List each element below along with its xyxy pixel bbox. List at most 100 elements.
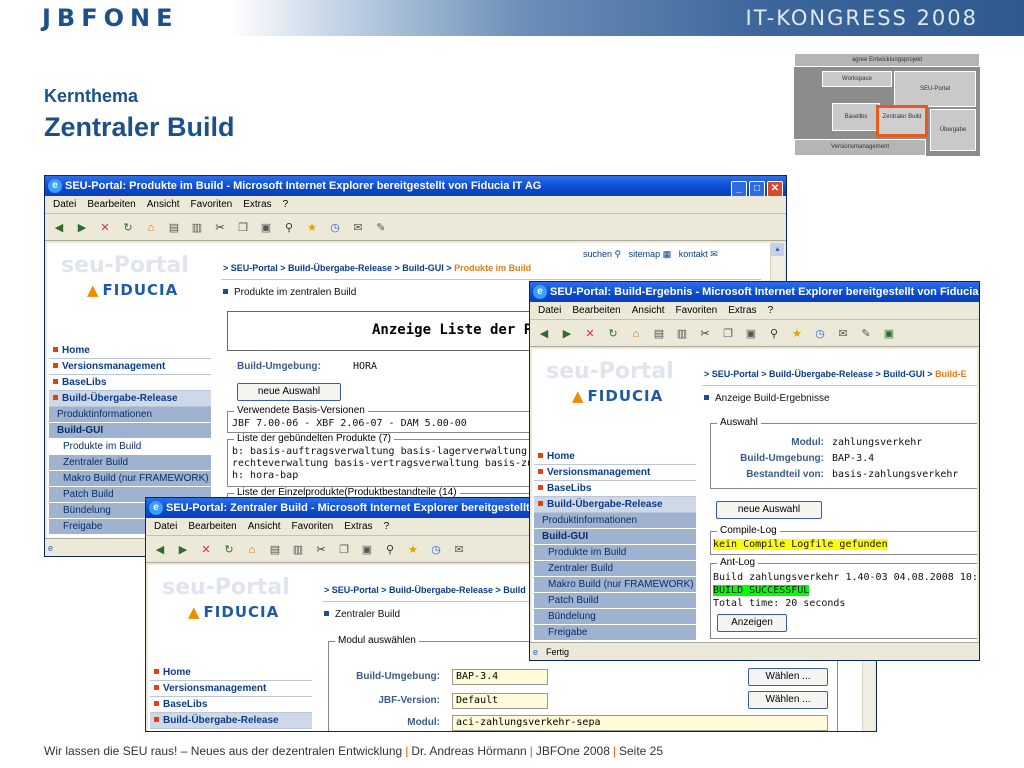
nav-baselibs[interactable]: BaseLibs — [534, 481, 696, 497]
back-icon[interactable]: ◀ — [152, 542, 168, 558]
nav-versionsmanagement[interactable]: Versionsmanagement — [49, 359, 211, 375]
back-icon[interactable]: ◀ — [51, 220, 67, 236]
menu-ansicht[interactable]: Ansicht — [147, 199, 180, 210]
menu-favoriten[interactable]: Favoriten — [191, 199, 233, 210]
menu-bearbeiten[interactable]: Bearbeiten — [188, 521, 236, 532]
stop-icon[interactable]: ✕ — [198, 542, 214, 558]
maximize-icon[interactable]: □ — [749, 181, 765, 196]
print-icon[interactable]: ▥ — [189, 220, 205, 236]
page-icon[interactable]: ▤ — [267, 542, 283, 558]
nav-produkte-im-build[interactable]: Produkte im Build — [534, 545, 696, 561]
scroll-up-icon[interactable]: ▲ — [771, 243, 784, 256]
search-icon[interactable]: ⚲ — [281, 220, 297, 236]
minimize-icon[interactable]: _ — [731, 181, 747, 196]
edit-icon[interactable]: ✎ — [373, 220, 389, 236]
menu-help[interactable]: ? — [768, 305, 774, 316]
nav-build-gui[interactable]: Build-GUI — [534, 529, 696, 545]
nav-produkte-im-build[interactable]: Produkte im Build — [49, 439, 211, 455]
forward-icon[interactable]: ▶ — [559, 326, 575, 342]
nav-build-gui[interactable]: Build-GUI — [49, 423, 211, 439]
refresh-icon[interactable]: ↻ — [120, 220, 136, 236]
paste-icon[interactable]: ▣ — [359, 542, 375, 558]
history-icon[interactable]: ◷ — [428, 542, 444, 558]
refresh-icon[interactable]: ↻ — [221, 542, 237, 558]
mail-icon[interactable]: ✉ — [451, 542, 467, 558]
cut-icon[interactable]: ✂ — [212, 220, 228, 236]
forward-icon[interactable]: ▶ — [74, 220, 90, 236]
menu-ansicht[interactable]: Ansicht — [632, 305, 665, 316]
env-input[interactable]: BAP-3.4 — [452, 669, 548, 685]
menu-extras[interactable]: Extras — [344, 521, 372, 532]
cut-icon[interactable]: ✂ — [313, 542, 329, 558]
close-icon[interactable]: ✕ — [767, 181, 783, 196]
copy-icon[interactable]: ❐ — [336, 542, 352, 558]
breadcrumb[interactable]: > SEU-Portal > Build-Übergabe-Release > … — [324, 585, 526, 595]
nav-versionsmanagement[interactable]: Versionsmanagement — [534, 465, 696, 481]
forward-icon[interactable]: ▶ — [175, 542, 191, 558]
favorites-icon[interactable]: ★ — [405, 542, 421, 558]
back-icon[interactable]: ◀ — [536, 326, 552, 342]
choose-env-button[interactable]: Wählen ... — [748, 668, 828, 686]
home-icon[interactable]: ⌂ — [628, 326, 644, 342]
favorites-icon[interactable]: ★ — [789, 326, 805, 342]
copy-icon[interactable]: ❐ — [720, 326, 736, 342]
menu-favoriten[interactable]: Favoriten — [292, 521, 334, 532]
messenger-icon[interactable]: ▣ — [881, 326, 897, 342]
nav-home[interactable]: Home — [150, 665, 312, 681]
history-icon[interactable]: ◷ — [327, 220, 343, 236]
search-icon[interactable]: ⚲ — [766, 326, 782, 342]
copy-icon[interactable]: ❐ — [235, 220, 251, 236]
nav-produktinformationen[interactable]: Produktinformationen — [534, 513, 696, 529]
nav-zentraler-build[interactable]: Zentraler Build — [49, 455, 211, 471]
link-sitemap[interactable]: sitemap — [629, 249, 661, 259]
menu-help[interactable]: ? — [283, 199, 289, 210]
nav-makro-build[interactable]: Makro Build (nur FRAMEWORK) — [49, 471, 211, 487]
menu-extras[interactable]: Extras — [728, 305, 756, 316]
home-icon[interactable]: ⌂ — [244, 542, 260, 558]
page-icon[interactable]: ▤ — [651, 326, 667, 342]
menu-extras[interactable]: Extras — [243, 199, 271, 210]
modul-input[interactable]: aci-zahlungsverkehr-sepa — [452, 715, 828, 731]
menu-datei[interactable]: Datei — [53, 199, 76, 210]
menu-datei[interactable]: Datei — [154, 521, 177, 532]
nav-freigabe[interactable]: Freigabe — [534, 625, 696, 641]
choose-jbf-button[interactable]: Wählen ... — [748, 691, 828, 709]
window-titlebar[interactable]: e SEU-Portal: Build-Ergebnis - Microsoft… — [530, 282, 979, 302]
browser-window-build-ergebnis[interactable]: e SEU-Portal: Build-Ergebnis - Microsoft… — [529, 281, 980, 661]
nav-build-uebergabe[interactable]: Build-Übergabe-Release — [49, 391, 211, 407]
nav-versionsmanagement[interactable]: Versionsmanagement — [150, 681, 312, 697]
nav-baselibs[interactable]: BaseLibs — [49, 375, 211, 391]
edit-icon[interactable]: ✎ — [858, 326, 874, 342]
link-suchen[interactable]: suchen — [583, 249, 612, 259]
nav-build-uebergabe[interactable]: Build-Übergabe-Release — [150, 713, 312, 729]
mail-icon[interactable]: ✉ — [835, 326, 851, 342]
new-selection-button[interactable]: neue Auswahl — [716, 501, 822, 519]
paste-icon[interactable]: ▣ — [743, 326, 759, 342]
search-icon[interactable]: ⚲ — [382, 542, 398, 558]
favorites-icon[interactable]: ★ — [304, 220, 320, 236]
history-icon[interactable]: ◷ — [812, 326, 828, 342]
menu-datei[interactable]: Datei — [538, 305, 561, 316]
paste-icon[interactable]: ▣ — [258, 220, 274, 236]
new-selection-button[interactable]: neue Auswahl — [237, 383, 341, 401]
nav-produktinformationen[interactable]: Produktinformationen — [49, 407, 211, 423]
breadcrumb-path[interactable]: > SEU-Portal > Build-Übergabe-Release > … — [704, 369, 935, 379]
nav-zentraler-build[interactable]: Zentraler Build — [534, 561, 696, 577]
show-log-button[interactable]: Anzeigen — [717, 614, 787, 632]
stop-icon[interactable]: ✕ — [97, 220, 113, 236]
print-icon[interactable]: ▥ — [674, 326, 690, 342]
link-kontakt[interactable]: kontakt — [679, 249, 708, 259]
refresh-icon[interactable]: ↻ — [605, 326, 621, 342]
nav-home[interactable]: Home — [49, 343, 211, 359]
window-titlebar[interactable]: e SEU-Portal: Produkte im Build - Micros… — [45, 176, 786, 196]
jbf-input[interactable]: Default — [452, 693, 548, 709]
breadcrumb-path[interactable]: > SEU-Portal > Build-Übergabe-Release > … — [223, 263, 454, 273]
nav-buendelung[interactable]: Bündelung — [534, 609, 696, 625]
mail-icon[interactable]: ✉ — [350, 220, 366, 236]
menu-ansicht[interactable]: Ansicht — [248, 521, 281, 532]
nav-patch-build[interactable]: Patch Build — [534, 593, 696, 609]
print-icon[interactable]: ▥ — [290, 542, 306, 558]
menu-bearbeiten[interactable]: Bearbeiten — [572, 305, 620, 316]
menu-bearbeiten[interactable]: Bearbeiten — [87, 199, 135, 210]
nav-makro-build[interactable]: Makro Build (nur FRAMEWORK) — [534, 577, 696, 593]
